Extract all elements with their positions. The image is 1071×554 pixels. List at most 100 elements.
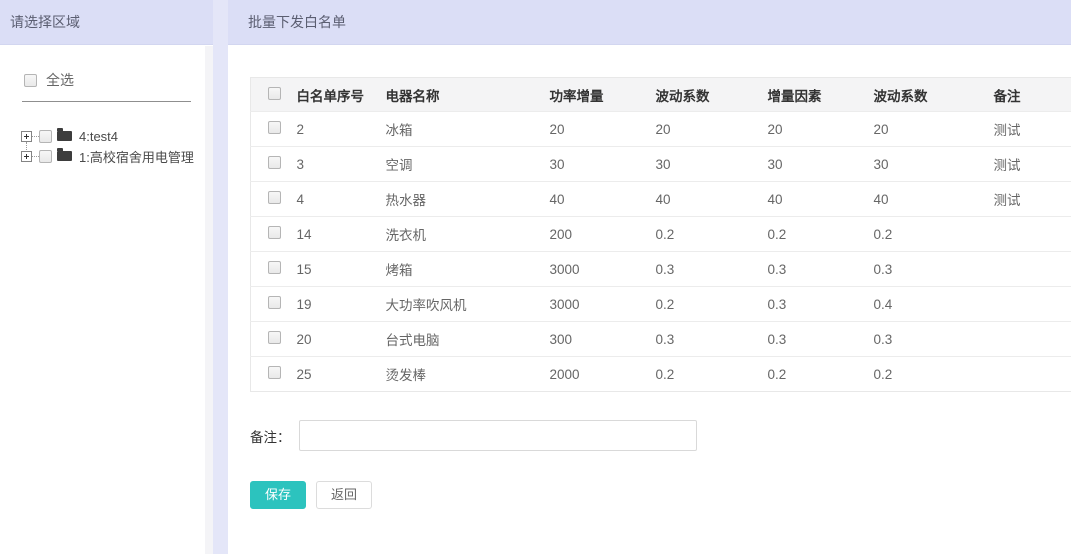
table-cell: 19	[297, 287, 386, 322]
folder-icon	[57, 151, 72, 161]
row-checkbox-cell	[251, 217, 297, 252]
table-row: 2冰箱20202020测试	[251, 112, 1071, 147]
sidebar-title: 请选择区域	[10, 12, 80, 32]
whitelist-table: 白名单序号 电器名称 功率增量 波动系数 增量因素 波动系数 备注 2冰箱202…	[250, 77, 1071, 392]
table-row: 19大功率吹风机30000.20.30.4	[251, 287, 1071, 322]
row-checkbox[interactable]	[268, 331, 281, 344]
table-cell: 3	[297, 147, 386, 182]
main-body: 白名单序号 电器名称 功率增量 波动系数 增量因素 波动系数 备注 2冰箱202…	[228, 45, 1071, 509]
table-cell	[994, 287, 1071, 322]
save-button[interactable]: 保存	[250, 481, 306, 509]
table-cell: 0.2	[768, 217, 874, 252]
table-cell: 200	[550, 217, 656, 252]
table-cell: 烫发棒	[386, 357, 550, 392]
table-cell: 20	[297, 322, 386, 357]
row-checkbox[interactable]	[268, 156, 281, 169]
region-sidebar: 请选择区域 全选 4:test4 1:高校宿舍用电管理	[0, 0, 213, 554]
table-cell: 20	[656, 112, 768, 147]
remark-input[interactable]	[299, 420, 697, 451]
table-row: 3空调30303030测试	[251, 147, 1071, 182]
tree-node-checkbox[interactable]	[39, 150, 52, 163]
table-row: 14洗衣机2000.20.20.2	[251, 217, 1071, 252]
table-cell: 14	[297, 217, 386, 252]
remark-label: 备注：	[250, 426, 291, 446]
table-cell: 4	[297, 182, 386, 217]
tree-node-dorm-power: 1:高校宿舍用电管理	[0, 146, 213, 166]
table-cell: 15	[297, 252, 386, 287]
table-cell	[994, 217, 1071, 252]
table-cell: 0.3	[656, 252, 768, 287]
row-checkbox[interactable]	[268, 191, 281, 204]
row-checkbox[interactable]	[268, 121, 281, 134]
table-row: 4热水器40404040测试	[251, 182, 1071, 217]
table-cell	[994, 357, 1071, 392]
table-cell: 洗衣机	[386, 217, 550, 252]
table-cell: 冰箱	[386, 112, 550, 147]
table-cell: 0.2	[768, 357, 874, 392]
table-cell: 30	[656, 147, 768, 182]
table-cell: 空调	[386, 147, 550, 182]
select-all-row: 全选	[24, 70, 213, 90]
table-cell: 2	[297, 112, 386, 147]
table-cell	[994, 252, 1071, 287]
table-cell: 0.4	[874, 287, 994, 322]
table-cell: 0.2	[656, 287, 768, 322]
row-checkbox-cell	[251, 112, 297, 147]
table-cell: 30	[768, 147, 874, 182]
sidebar-divider	[22, 101, 191, 102]
row-checkbox[interactable]	[268, 261, 281, 274]
header-checkbox[interactable]	[268, 87, 281, 100]
table-cell: 40	[656, 182, 768, 217]
sidebar-header: 请选择区域	[0, 0, 213, 45]
sidebar-scrollbar-gutter[interactable]	[205, 46, 213, 554]
row-checkbox-cell	[251, 252, 297, 287]
table-cell: 40	[874, 182, 994, 217]
table-row: 20台式电脑3000.30.30.3	[251, 322, 1071, 357]
column-header: 功率增量	[550, 78, 656, 112]
table-cell: 0.3	[768, 287, 874, 322]
row-checkbox-cell	[251, 147, 297, 182]
expand-icon[interactable]	[21, 131, 32, 142]
tree-node-checkbox[interactable]	[39, 130, 52, 143]
table-row: 15烤箱30000.30.30.3	[251, 252, 1071, 287]
row-checkbox[interactable]	[268, 366, 281, 379]
table-cell: 20	[874, 112, 994, 147]
column-header: 增量因素	[768, 78, 874, 112]
table-cell: 0.3	[874, 322, 994, 357]
button-row: 保存 返回	[250, 481, 1071, 509]
table-cell: 0.3	[656, 322, 768, 357]
table-cell: 3000	[550, 252, 656, 287]
table-cell: 300	[550, 322, 656, 357]
tree-dots	[32, 136, 39, 137]
table-cell: 20	[550, 112, 656, 147]
table-cell: 0.3	[768, 252, 874, 287]
table-row: 25烫发棒20000.20.20.2	[251, 357, 1071, 392]
table-cell: 40	[550, 182, 656, 217]
table-cell: 30	[874, 147, 994, 182]
column-header: 备注	[994, 78, 1071, 112]
row-checkbox[interactable]	[268, 296, 281, 309]
expand-icon[interactable]	[21, 151, 32, 162]
back-button[interactable]: 返回	[316, 481, 372, 509]
table-cell: 0.2	[656, 217, 768, 252]
tree-dots	[32, 156, 39, 157]
row-checkbox[interactable]	[268, 226, 281, 239]
row-checkbox-cell	[251, 182, 297, 217]
select-all-label[interactable]: 全选	[46, 70, 74, 90]
table-body: 2冰箱20202020测试3空调30303030测试4热水器40404040测试…	[251, 112, 1071, 392]
row-checkbox-cell	[251, 287, 297, 322]
select-all-checkbox[interactable]	[24, 74, 37, 87]
table-cell: 30	[550, 147, 656, 182]
table-cell: 3000	[550, 287, 656, 322]
table-cell: 0.3	[768, 322, 874, 357]
page-title: 批量下发白名单	[248, 12, 346, 32]
table-cell: 2000	[550, 357, 656, 392]
folder-icon	[57, 131, 72, 141]
table-cell: 测试	[994, 147, 1071, 182]
region-tree: 4:test4 1:高校宿舍用电管理	[0, 126, 213, 166]
tree-node-label[interactable]: 1:高校宿舍用电管理	[79, 147, 194, 166]
table-cell: 0.3	[874, 252, 994, 287]
table-header-row: 白名单序号 电器名称 功率增量 波动系数 增量因素 波动系数 备注	[251, 78, 1071, 112]
column-header: 电器名称	[386, 78, 550, 112]
tree-node-label[interactable]: 4:test4	[79, 129, 118, 144]
